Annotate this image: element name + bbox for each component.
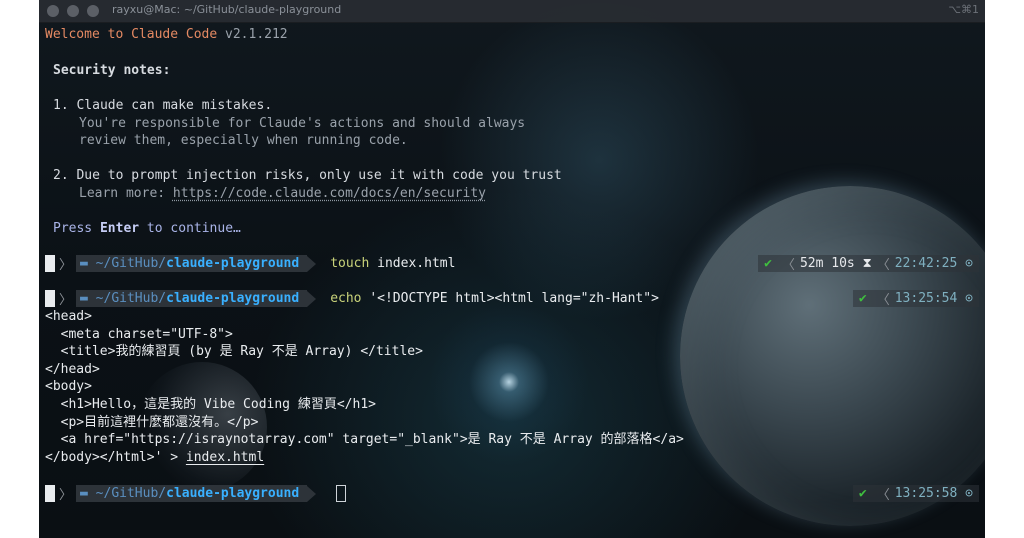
success-check-icon: ✔	[858, 291, 867, 306]
terminal-cursor[interactable]	[336, 485, 347, 502]
prompt-line-2: 〉 ▬ ~/GitHub/claude-playground echo '<!D…	[45, 290, 659, 308]
time: 22:42:25	[894, 256, 958, 271]
note2-learn-more: Learn more: https://code.claude.com/docs…	[79, 185, 486, 202]
title-bar[interactable]: rayxu@Mac: ~/GitHub/claude-playground ⌥⌘…	[39, 0, 985, 23]
welcome-line: Welcome to Claude Code v2.1.212	[45, 26, 288, 43]
right-status-2: ✔ 〈 13:25:54 ⊙	[852, 290, 979, 308]
prompt-line-3: 〉 ▬ ~/GitHub/claude-playground	[45, 485, 347, 503]
heredoc-line: </head>	[45, 362, 100, 377]
window-title: rayxu@Mac: ~/GitHub/claude-playground	[112, 3, 342, 16]
welcome-text: Welcome to Claude Code	[45, 27, 218, 42]
right-status-3: ✔ 〈 13:25:58 ⊙	[852, 485, 979, 503]
note2-title: 2. Due to prompt injection risks, only u…	[53, 168, 562, 183]
background-planet	[680, 186, 985, 526]
note1-line3: review them, especially when running cod…	[79, 133, 408, 148]
path-dir: claude-playground	[166, 486, 300, 501]
hourglass-icon: ⧗	[862, 256, 872, 271]
success-check-icon: ✔	[764, 256, 772, 271]
note1-line2: You're responsible for Claude's actions …	[79, 116, 526, 131]
clock-icon: ⊙	[965, 486, 973, 501]
press-enter-line: Press Enter to continue…	[53, 220, 241, 237]
path-segment: ▬ ~/GitHub/claude-playground	[76, 485, 308, 502]
prompt-line-1: 〉 ▬ ~/GitHub/claude-playground touch ind…	[45, 255, 455, 273]
heredoc-line: <head>	[45, 309, 92, 324]
heredoc-last-prefix: </body></html>' >	[45, 450, 186, 465]
command-name: echo	[330, 291, 362, 306]
separator-chevron: 〈	[876, 293, 890, 308]
powerline-arrow	[307, 255, 317, 272]
apple-icon	[45, 255, 55, 272]
clock-icon: ⊙	[965, 256, 973, 271]
command: touch index.html	[330, 256, 455, 271]
learn-more-label: Learn more:	[79, 186, 173, 201]
command-name: touch	[330, 256, 370, 271]
path-segment: ▬ ~/GitHub/claude-playground	[76, 290, 308, 307]
heredoc-last-line: </body></html>' > index.html	[45, 449, 264, 466]
separator-chevron: 〉	[59, 293, 73, 308]
separator-chevron: 〉	[59, 258, 73, 273]
separator-chevron: 〈	[781, 258, 795, 273]
powerline-arrow	[307, 485, 317, 502]
path-dir: claude-playground	[166, 291, 300, 306]
path-prefix: ~/GitHub/	[95, 486, 167, 501]
folder-icon: ▬	[80, 256, 88, 271]
window-shortcut: ⌥⌘1	[948, 3, 979, 16]
close-button[interactable]	[47, 5, 59, 17]
heredoc-line: <a href="https://israynotarray.com" targ…	[45, 432, 684, 447]
path-prefix: ~/GitHub/	[95, 256, 167, 271]
apple-icon	[45, 290, 55, 307]
command: echo '<!DOCTYPE html><html lang="zh-Hant…	[330, 291, 659, 306]
time: 13:25:54	[894, 291, 958, 306]
right-status-1: ✔ 〈 52m 10s ⧗ 〈 22:42:25 ⊙	[758, 255, 979, 273]
folder-icon: ▬	[80, 291, 88, 306]
note1-title: 1. Claude can make mistakes.	[53, 98, 273, 113]
heredoc-line: <body>	[45, 379, 92, 394]
output-file[interactable]: index.html	[186, 450, 264, 465]
version-text: v2.1.212	[217, 27, 288, 42]
heredoc-line: <h1>Hello，這是我的 Vibe Coding 練習頁</h1>	[45, 397, 376, 412]
heredoc-line: <title>我的練習頁 (by 是 Ray 不是 Array) </title…	[45, 344, 423, 359]
powerline-arrow	[307, 290, 317, 307]
press-post: to continue…	[139, 221, 241, 236]
path-prefix: ~/GitHub/	[95, 291, 167, 306]
minimize-button[interactable]	[67, 5, 79, 17]
duration: 52m 10s	[799, 256, 855, 271]
separator-chevron: 〈	[876, 258, 890, 273]
heredoc-line: <meta charset="UTF-8">	[45, 327, 233, 342]
command-args: index.html	[369, 256, 456, 271]
command-args: '<!DOCTYPE html><html lang="zh-Hant">	[361, 291, 659, 306]
separator-chevron: 〉	[59, 488, 73, 503]
folder-icon: ▬	[80, 486, 88, 501]
clock-icon: ⊙	[965, 291, 973, 306]
security-docs-link[interactable]: https://code.claude.com/docs/en/security	[173, 186, 486, 201]
separator-chevron: 〈	[876, 488, 890, 503]
heredoc-line: <p>目前這裡什麼都還沒有。</p>	[45, 415, 259, 430]
path-segment: ▬ ~/GitHub/claude-playground	[76, 255, 308, 272]
apple-icon	[45, 485, 55, 502]
press-pre: Press	[53, 221, 100, 236]
time: 13:25:58	[894, 486, 958, 501]
enter-key: Enter	[99, 221, 140, 236]
security-heading: Security notes:	[53, 63, 171, 78]
zoom-button[interactable]	[87, 5, 99, 17]
path-dir: claude-playground	[166, 256, 300, 271]
success-check-icon: ✔	[858, 486, 867, 501]
terminal-window: rayxu@Mac: ~/GitHub/claude-playground ⌥⌘…	[39, 0, 985, 538]
